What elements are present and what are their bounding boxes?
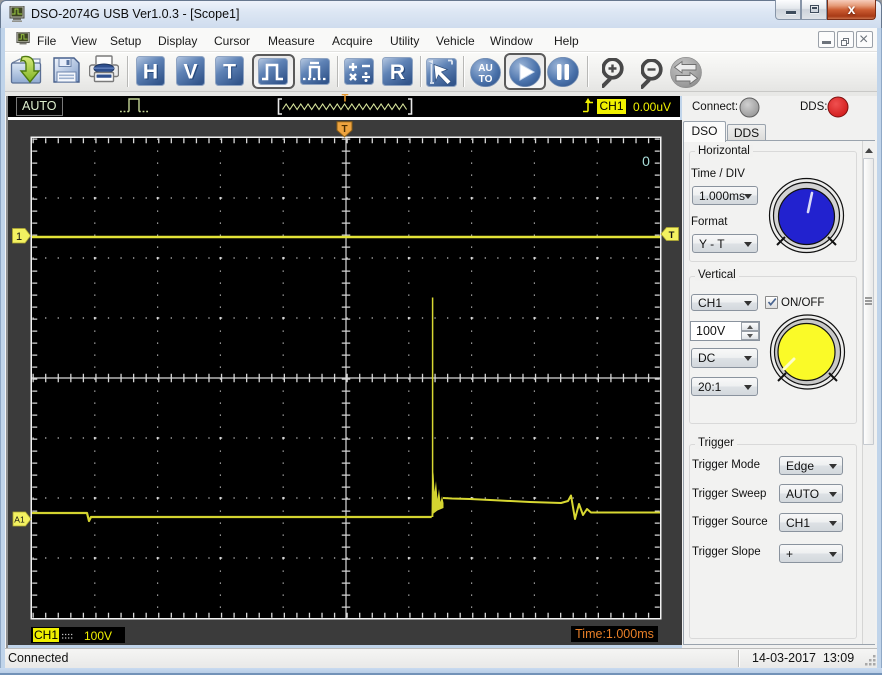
svg-text:T: T xyxy=(223,61,236,84)
svg-text:AU: AU xyxy=(478,63,492,74)
svg-text:TO: TO xyxy=(479,74,493,85)
svg-text:T: T xyxy=(341,124,347,135)
svg-text:V: V xyxy=(183,61,197,84)
svg-text:1: 1 xyxy=(16,231,22,243)
svg-text:T: T xyxy=(669,230,675,241)
svg-text:A1: A1 xyxy=(14,515,25,525)
svg-text:H: H xyxy=(143,61,158,84)
svg-text:0: 0 xyxy=(642,153,650,169)
svg-text:T: T xyxy=(342,93,349,105)
svg-text:R: R xyxy=(390,61,405,84)
